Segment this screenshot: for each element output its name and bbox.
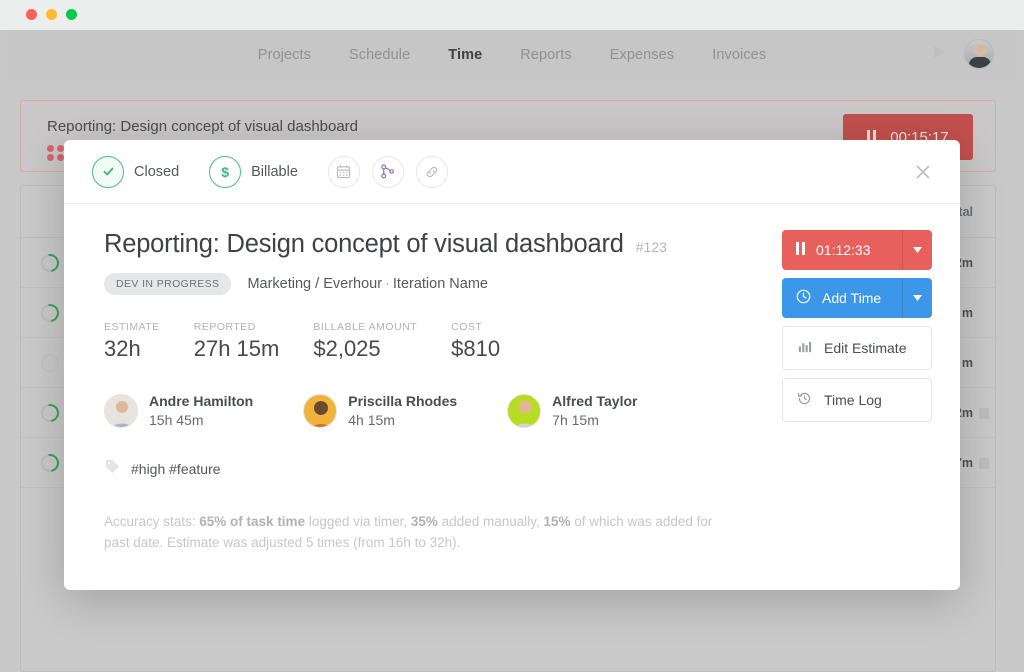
time-log-button[interactable]: Time Log [782, 378, 932, 422]
accuracy-part-3: 15% [543, 514, 571, 529]
stat-value: 27h 15m [193, 336, 280, 361]
accuracy-part-2: 35% [410, 514, 438, 529]
page-title: Reporting: Design concept of visual dash… [104, 230, 624, 258]
modal-actions: 01:12:33 Add Time Edit Estimate Time Log [782, 230, 932, 430]
accuracy-part-1: 65% of task time [199, 514, 306, 529]
avatar [507, 394, 542, 428]
stat-cost: COST $810 [451, 321, 500, 362]
assignee-time: 15h 45m [149, 412, 204, 428]
clock-icon [796, 289, 811, 307]
billable-toggle[interactable]: $ Billable [209, 155, 298, 188]
zoom-window-button[interactable] [66, 9, 77, 20]
assignee-name: Alfred Taylor [552, 393, 638, 409]
iteration-name[interactable]: Iteration Name [393, 276, 488, 292]
modal-overlay: Closed $ Billable Reporting: Design conc… [0, 30, 1024, 672]
subtask-icon[interactable] [371, 155, 404, 188]
app-window: Projects Schedule Time Reports Expenses … [0, 0, 1024, 672]
billable-label: Billable [251, 163, 298, 180]
stat-value: $810 [451, 336, 501, 361]
close-window-button[interactable] [26, 9, 37, 20]
status-closed-toggle[interactable]: Closed [92, 155, 180, 188]
link-icon[interactable] [415, 155, 448, 188]
stat-billable-amount: BILLABLE AMOUNT $2,025 [313, 321, 417, 362]
path-separator: · [385, 276, 390, 292]
assignee[interactable]: Priscilla Rhodes 4h 15m [303, 392, 457, 430]
calendar-icon[interactable] [327, 155, 360, 188]
timer-value: 01:12:33 [816, 242, 871, 258]
task-detail-modal: Closed $ Billable Reporting: Design conc… [64, 140, 960, 590]
assignee-time: 4h 15m [348, 412, 395, 428]
assignee-time: 7h 15m [552, 412, 599, 428]
closed-label: Closed [134, 163, 180, 180]
status-badge[interactable]: DEV IN PROGRESS [104, 273, 232, 295]
chart-icon [797, 339, 812, 357]
minimize-window-button[interactable] [46, 9, 57, 20]
caret-down-icon[interactable] [902, 278, 932, 318]
stat-label: BILLABLE AMOUNT [313, 321, 418, 333]
assignee-name: Priscilla Rhodes [348, 393, 458, 409]
assignee-name: Andre Hamilton [149, 393, 254, 409]
accuracy-stats: Accuracy stats: 65% of task time logged … [104, 512, 734, 554]
edit-estimate-label: Edit Estimate [824, 340, 907, 356]
time-log-label: Time Log [824, 392, 882, 408]
tags-text: #high #feature [131, 461, 221, 477]
stat-value: 32h [104, 336, 141, 361]
task-id: #123 [635, 239, 667, 255]
dollar-icon: $ [209, 155, 242, 188]
accuracy-prefix: Accuracy stats: [104, 514, 200, 529]
add-time-button[interactable]: Add Time [782, 278, 932, 318]
accuracy-mid-1: logged via timer, [305, 514, 411, 529]
modal-body: Reporting: Design concept of visual dash… [64, 204, 960, 554]
check-icon [92, 155, 124, 188]
tag-icon [104, 458, 121, 480]
tags-row[interactable]: #high #feature [104, 458, 932, 480]
pause-icon [796, 242, 805, 258]
window-titlebar [0, 0, 1024, 30]
caret-down-icon[interactable] [902, 230, 932, 270]
avatar [303, 394, 338, 428]
close-icon[interactable] [908, 157, 938, 187]
edit-estimate-button[interactable]: Edit Estimate [782, 326, 932, 370]
stat-value: $2,025 [313, 336, 381, 361]
avatar [104, 394, 138, 428]
stat-reported: REPORTED 27h 15m [194, 321, 280, 362]
accuracy-mid-2: added manually, [437, 514, 544, 529]
history-icon [797, 391, 812, 409]
stat-label: ESTIMATE [104, 321, 160, 333]
modal-header: Closed $ Billable [64, 140, 960, 204]
assignee[interactable]: Andre Hamilton 15h 45m [104, 392, 253, 430]
window-controls [26, 9, 77, 20]
add-time-label: Add Time [822, 290, 882, 306]
stat-label: REPORTED [193, 321, 256, 333]
stat-label: COST [451, 321, 483, 333]
project-path[interactable]: Marketing / Everhour [247, 276, 382, 292]
assignee[interactable]: Alfred Taylor 7h 15m [507, 392, 637, 430]
breadcrumb: Marketing / Everhour · Iteration Name [247, 276, 488, 292]
stat-estimate: ESTIMATE 32h [104, 321, 160, 362]
timer-button[interactable]: 01:12:33 [782, 230, 932, 270]
